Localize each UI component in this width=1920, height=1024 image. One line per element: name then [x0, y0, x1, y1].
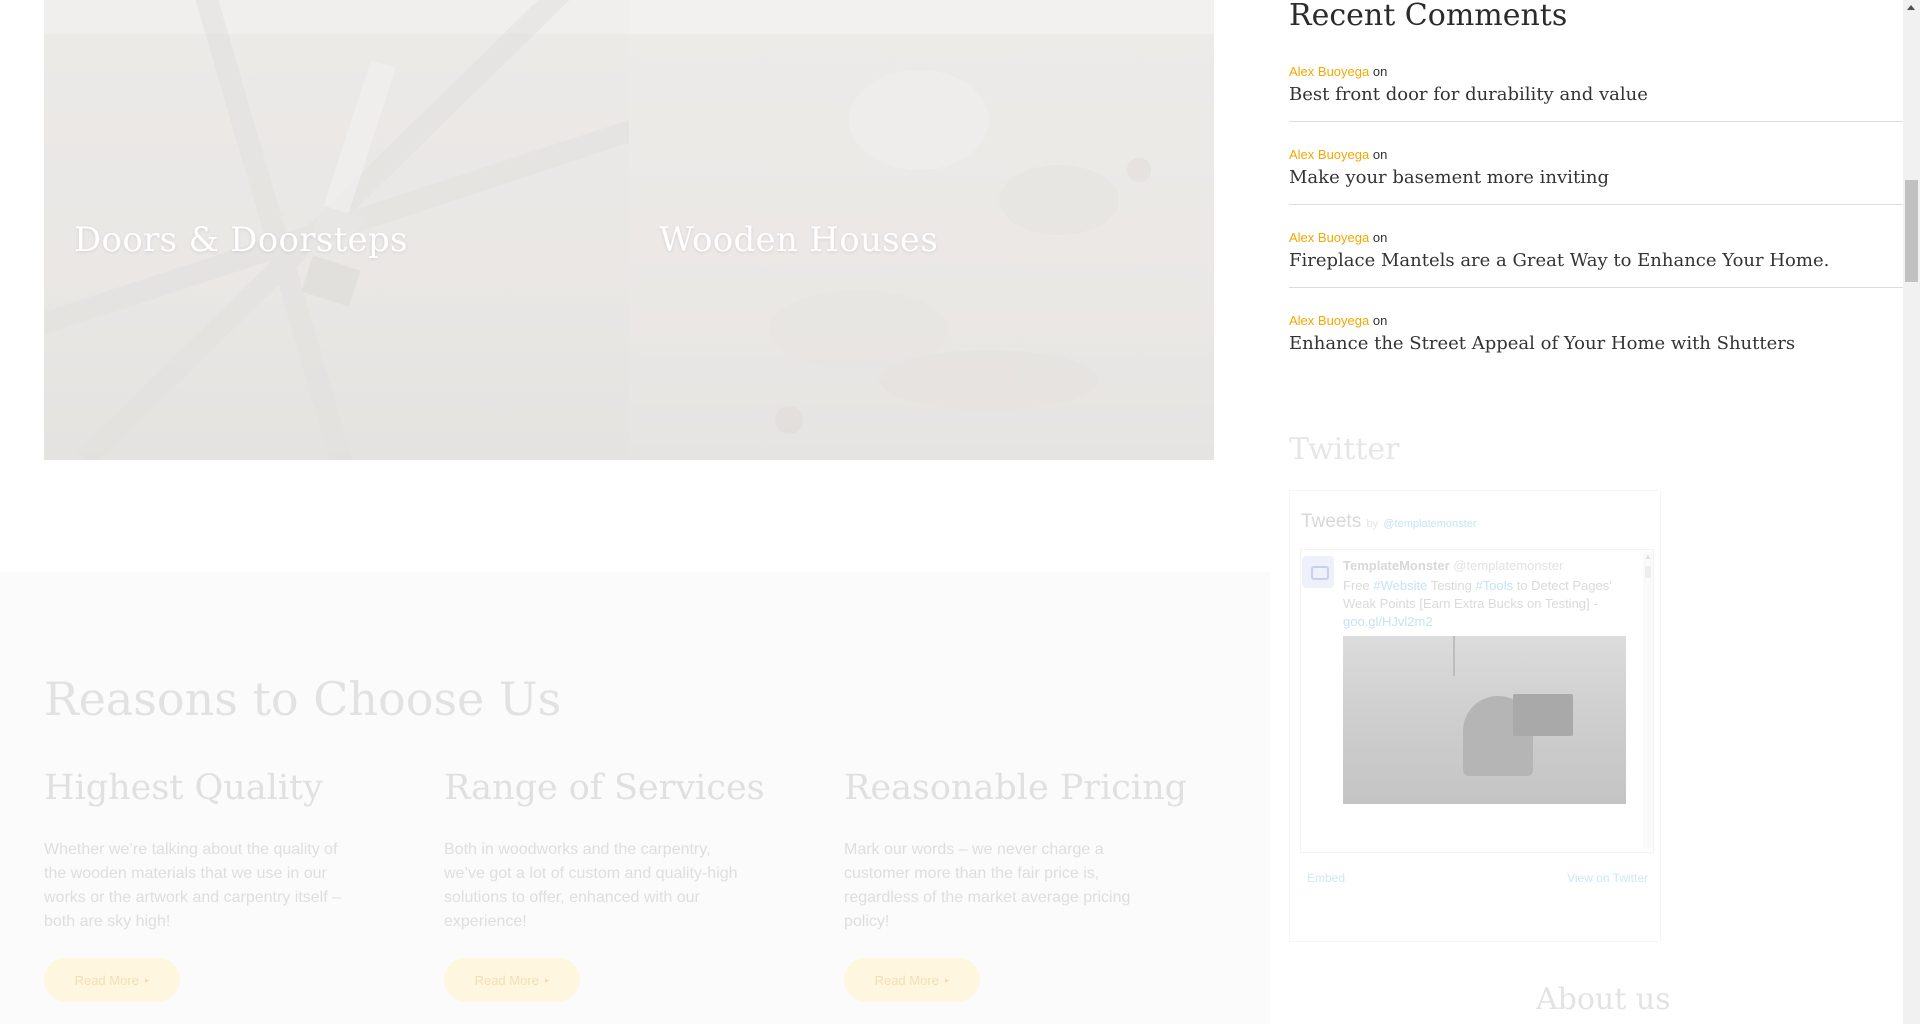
comment-item: Alex Buoyega on Make your basement more …	[1289, 147, 1903, 230]
reason-card-quality: Highest Quality Whether we’re talking ab…	[44, 768, 374, 1002]
tweets-label: Tweets	[1301, 511, 1362, 532]
comment-on: on	[1372, 64, 1388, 79]
comment-author-link[interactable]: Alex Buoyega	[1289, 64, 1369, 79]
comment-post-link[interactable]: Best front door for durability and value	[1289, 84, 1648, 105]
timeline-footer: Embed View on Twitter	[1307, 871, 1648, 885]
read-more-button[interactable]: Read More ▸	[44, 958, 180, 1002]
button-label: Read More	[874, 972, 939, 988]
hashtag-link[interactable]: #Website	[1373, 578, 1427, 593]
tweet-text: Free #Website Testing #Tools to Detect P…	[1343, 577, 1613, 631]
tweet-list[interactable]: TemplateMonster @templatemonster Free #W…	[1300, 549, 1654, 853]
tweet-author-name: TemplateMonster	[1343, 558, 1450, 573]
twitter-timeline-widget: Tweets by @templatemonster TemplateMonst…	[1289, 490, 1661, 942]
comment-meta: Alex Buoyega on	[1289, 313, 1387, 328]
comment-author-link[interactable]: Alex Buoyega	[1289, 147, 1369, 162]
arrow-right-icon: ▸	[144, 974, 150, 985]
reason-title: Highest Quality	[44, 768, 323, 808]
comment-item: Alex Buoyega on Best front door for dura…	[1289, 64, 1903, 147]
tweet-url-link[interactable]: goo.gl/HJvl2m2	[1343, 614, 1433, 629]
image-detail	[1513, 694, 1573, 736]
button-label: Read More	[474, 972, 539, 988]
comment-author-link[interactable]: Alex Buoyega	[1289, 313, 1369, 328]
page-scrollbar[interactable]	[1903, 0, 1920, 1024]
reason-title: Range of Services	[444, 768, 765, 808]
arrow-right-icon: ▸	[544, 974, 550, 985]
tweet-text-part: Free	[1343, 578, 1374, 593]
by-label: by	[1366, 518, 1379, 530]
divider	[1289, 121, 1903, 122]
comment-post-link[interactable]: Make your basement more inviting	[1289, 167, 1609, 188]
category-tile-doors[interactable]: Doors & Doorsteps	[44, 0, 629, 460]
divider	[1289, 204, 1903, 205]
tile-title: Doors & Doorsteps	[74, 220, 408, 260]
reason-title: Reasonable Pricing	[844, 768, 1188, 808]
divider	[1289, 287, 1903, 288]
comment-post-link[interactable]: Fireplace Mantels are a Great Way to Enh…	[1289, 250, 1829, 271]
arrow-right-icon: ▸	[944, 974, 950, 985]
tweet-text-part: Testing	[1427, 578, 1476, 593]
comment-on: on	[1372, 230, 1388, 245]
image-detail	[1453, 636, 1455, 676]
comment-meta: Alex Buoyega on	[1289, 147, 1387, 162]
reason-card-services: Range of Services Both in woodworks and …	[444, 768, 774, 1002]
embed-link[interactable]: Embed	[1307, 871, 1345, 885]
scroll-up-icon: ▲	[1644, 552, 1652, 561]
reason-card-pricing: Reasonable Pricing Mark our words – we n…	[844, 768, 1188, 1002]
tweet-list-scrollbar[interactable]: ▲	[1643, 552, 1653, 848]
comment-on: on	[1372, 313, 1388, 328]
button-label: Read More	[74, 972, 139, 988]
tweet-author[interactable]: TemplateMonster @templatemonster	[1343, 558, 1563, 573]
about-us-title: About us	[1536, 982, 1671, 1017]
reasons-heading: Reasons to Choose Us	[44, 672, 562, 726]
scrollbar-thumb[interactable]	[1645, 566, 1651, 578]
comment-meta: Alex Buoyega on	[1289, 64, 1387, 79]
comment-item: Alex Buoyega on Enhance the Street Appea…	[1289, 313, 1903, 396]
comment-item: Alex Buoyega on Fireplace Mantels are a …	[1289, 230, 1903, 313]
handle-link[interactable]: @templatemonster	[1383, 518, 1476, 530]
comment-on: on	[1372, 147, 1388, 162]
reason-text: Both in woodworks and the carpentry, we’…	[444, 841, 738, 930]
read-more-button[interactable]: Read More ▸	[844, 958, 980, 1002]
scroll-up-arrow-icon[interactable]	[1907, 5, 1915, 10]
hashtag-link[interactable]: #Tools	[1476, 578, 1514, 593]
recent-comments-title: Recent Comments	[1289, 0, 1568, 33]
tweet-author-handle: @templatemonster	[1453, 558, 1564, 573]
avatar[interactable]	[1302, 556, 1334, 588]
read-more-button[interactable]: Read More ▸	[444, 958, 580, 1002]
reason-text: Mark our words – we never charge a custo…	[844, 841, 1131, 930]
tile-title: Wooden Houses	[659, 220, 939, 260]
comment-meta: Alex Buoyega on	[1289, 230, 1387, 245]
category-tiles: Doors & Doorsteps Wooden Houses	[44, 0, 1214, 460]
twitter-title: Twitter	[1289, 432, 1400, 467]
scrollbar-thumb[interactable]	[1905, 180, 1918, 282]
comment-author-link[interactable]: Alex Buoyega	[1289, 230, 1369, 245]
category-tile-wooden-houses[interactable]: Wooden Houses	[629, 0, 1214, 460]
comment-post-link[interactable]: Enhance the Street Appeal of Your Home w…	[1289, 333, 1795, 354]
reason-text: Whether we’re talking about the quality …	[44, 841, 342, 930]
tweet-image[interactable]	[1343, 636, 1626, 804]
view-on-twitter-link[interactable]: View on Twitter	[1567, 871, 1648, 885]
timeline-header: Tweets by @templatemonster	[1301, 511, 1476, 533]
